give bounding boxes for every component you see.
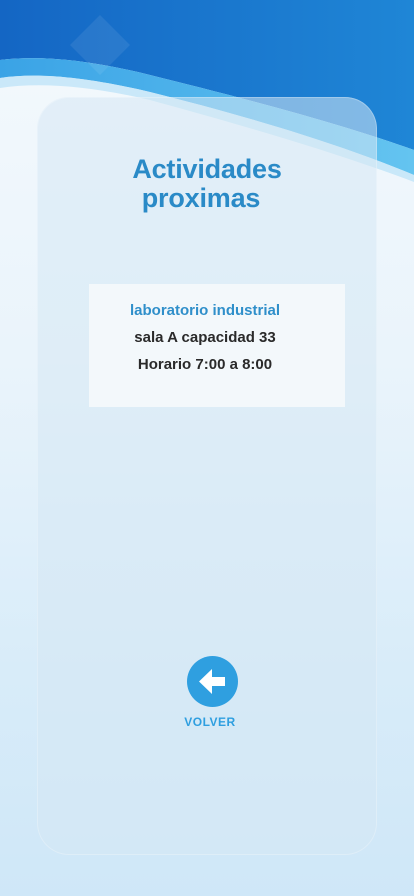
back-button[interactable] bbox=[187, 656, 238, 707]
activity-room: sala A capacidad 33 bbox=[134, 329, 276, 346]
activity-name: laboratorio industrial bbox=[129, 302, 280, 319]
activity-schedule: Horario 7:00 a 8:00 bbox=[137, 356, 273, 373]
activity-card[interactable]: laboratorio industrial sala A capacidad … bbox=[89, 284, 345, 407]
page-title: Actividades proximas bbox=[0, 155, 414, 213]
back-button-label[interactable]: VOLVER bbox=[160, 715, 260, 729]
arrow-left-icon bbox=[199, 669, 225, 694]
page-title-line1: Actividades bbox=[132, 154, 282, 184]
page-title-line2: proximas bbox=[141, 183, 261, 213]
